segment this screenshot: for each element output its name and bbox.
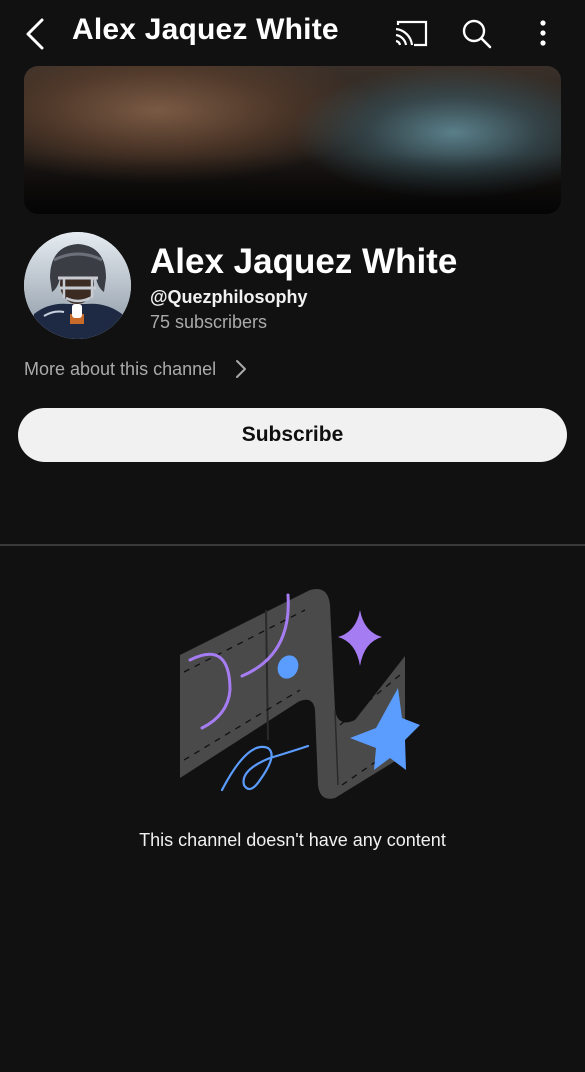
channel-banner bbox=[24, 66, 561, 214]
empty-content-icon bbox=[180, 589, 420, 799]
more-about-channel-link[interactable]: More about this channel bbox=[24, 356, 248, 382]
cast-button[interactable] bbox=[392, 14, 432, 54]
search-icon bbox=[462, 19, 492, 49]
empty-state-illustration bbox=[170, 580, 420, 805]
channel-name: Alex Jaquez White bbox=[150, 242, 458, 281]
top-app-bar: Alex Jaquez White bbox=[0, 0, 585, 66]
channel-avatar[interactable] bbox=[24, 232, 131, 339]
cast-icon bbox=[395, 20, 428, 47]
back-icon bbox=[26, 18, 44, 50]
subscriber-count: 75 subscribers bbox=[150, 312, 268, 332]
search-button[interactable] bbox=[457, 14, 497, 54]
more-vert-icon bbox=[540, 20, 546, 46]
more-about-label: More about this channel bbox=[24, 358, 217, 379]
empty-state-message: This channel doesn't have any content bbox=[139, 830, 446, 850]
avatar-image bbox=[24, 232, 131, 339]
channel-handle: @Quezphilosophy bbox=[150, 287, 308, 307]
subscribe-button[interactable]: Subscribe bbox=[18, 408, 567, 462]
more-options-button[interactable] bbox=[523, 14, 563, 54]
back-button[interactable] bbox=[18, 14, 54, 54]
page-title: Alex Jaquez White bbox=[72, 13, 339, 46]
section-divider bbox=[0, 544, 585, 546]
chevron-right-icon bbox=[236, 360, 247, 378]
